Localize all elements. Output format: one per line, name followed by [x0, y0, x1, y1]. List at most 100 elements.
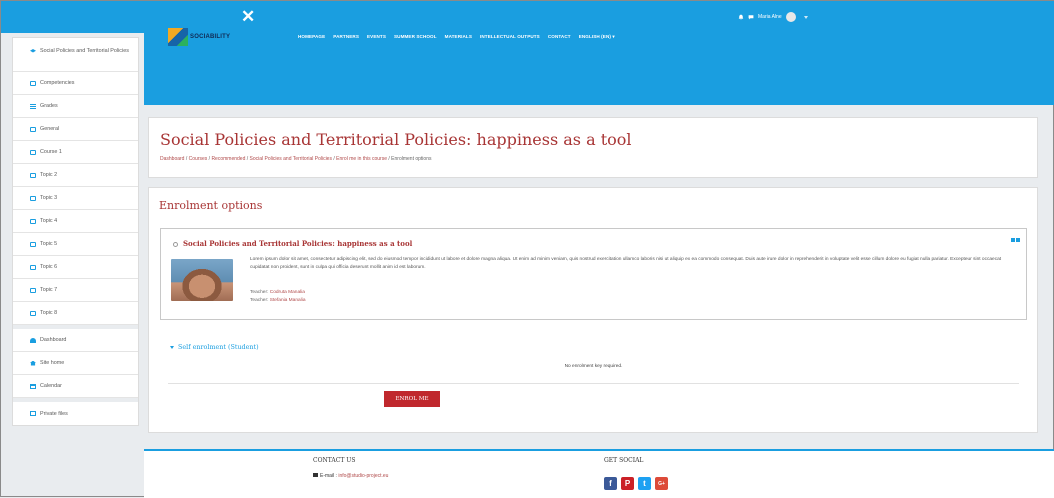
email-label: E-mail :	[320, 473, 337, 479]
site-nav-group: Dashboard Site home Calendar	[13, 329, 138, 402]
nav-summer-school[interactable]: SUMMER SCHOOL	[394, 34, 437, 40]
sidebar-item-label: Topic 5	[40, 241, 58, 247]
close-drawer-icon[interactable]: ✕	[241, 7, 255, 27]
teacher-label: Teacher:	[250, 298, 269, 303]
nav-contact[interactable]: CONTACT	[548, 34, 571, 40]
no-key-message: No enrolment key required.	[564, 364, 623, 369]
nav-events[interactable]: EVENTS	[367, 34, 386, 40]
section-title: Enrolment options	[159, 199, 263, 212]
nav-intellectual-outputs[interactable]: INTELLECTUAL OUTPUTS	[480, 34, 540, 40]
self-enrol-icon	[1011, 238, 1015, 242]
breadcrumb: Dashboard / Courses / Recommended / Soci…	[160, 156, 432, 162]
folder-icon	[30, 126, 36, 132]
course-name-text[interactable]: Social Policies and Territorial Policies…	[183, 239, 412, 248]
sidebar-item-course[interactable]: Social Policies and Territorial Policies	[13, 38, 138, 72]
sidebar-item-course-1[interactable]: Course 1	[13, 141, 138, 164]
course-icon	[173, 241, 178, 247]
sidebar-item-label: Topic 2	[40, 172, 58, 178]
sidebar-item-topic-3[interactable]: Topic 3	[13, 187, 138, 210]
page-header-card: Social Policies and Territorial Policies…	[148, 117, 1038, 178]
site-logo[interactable]: SOCIABILITY	[168, 28, 234, 46]
main-navigation: HOMEPAGE PARTNERS EVENTS SUMMER SCHOOL M…	[298, 34, 615, 40]
nav-homepage[interactable]: HOMEPAGE	[298, 34, 325, 40]
competencies-icon	[30, 80, 36, 86]
enrolment-method-icons	[1011, 238, 1020, 242]
sidebar-item-label: Competencies	[40, 80, 75, 86]
folder-icon	[30, 310, 36, 316]
breadcrumb-enrol[interactable]: Enrol me in this course	[336, 156, 387, 162]
twitter-icon[interactable]: t	[638, 477, 651, 490]
dashboard-icon	[30, 337, 36, 343]
sidebar-item-topic-6[interactable]: Topic 6	[13, 256, 138, 279]
breadcrumb-dashboard[interactable]: Dashboard	[160, 156, 184, 162]
sidebar-item-label: Course 1	[40, 149, 62, 155]
sidebar-item-site-home[interactable]: Site home	[13, 352, 138, 375]
nav-drawer: Social Policies and Territorial Policies…	[12, 37, 139, 426]
course-teachers: Teacher: Codruta Manalia Teacher: Stefan…	[250, 289, 305, 305]
sidebar-item-label: Grades	[40, 103, 58, 109]
teacher-link[interactable]: Stefania Manalia	[270, 298, 306, 303]
envelope-icon	[313, 473, 318, 477]
sidebar-item-topic-4[interactable]: Topic 4	[13, 210, 138, 233]
google-plus-icon[interactable]: G+	[655, 477, 668, 490]
nav-language-select[interactable]: ENGLISH (EN) ▾	[579, 34, 615, 40]
sidebar-item-topic-2[interactable]: Topic 2	[13, 164, 138, 187]
avatar[interactable]	[785, 12, 796, 22]
teacher-link[interactable]: Codruta Manalia	[270, 290, 305, 295]
graduation-cap-icon	[30, 49, 36, 53]
sidebar-item-label: Topic 8	[40, 310, 58, 316]
folder-icon	[30, 149, 36, 155]
sidebar-item-label: Site home	[40, 360, 65, 366]
chevron-down-icon	[170, 345, 174, 349]
user-name[interactable]: Maria Alne	[758, 14, 782, 20]
folder-icon	[30, 218, 36, 224]
home-icon	[30, 360, 36, 366]
extra-nav-group: Private files	[13, 402, 138, 425]
breadcrumb-current: Enrolment options	[391, 156, 432, 162]
folder-icon	[30, 172, 36, 178]
teacher-row: Teacher: Codruta Manalia	[250, 289, 305, 297]
site-header	[144, 33, 1054, 105]
sidebar-item-private-files[interactable]: Private files	[13, 402, 138, 425]
sidebar-item-label: Dashboard	[40, 337, 67, 343]
sidebar-item-label: Topic 7	[40, 287, 58, 293]
course-summary-box: Social Policies and Territorial Policies…	[160, 228, 1027, 320]
sidebar-item-general[interactable]: General	[13, 118, 138, 141]
self-enrolment-toggle[interactable]: Self enrolment (Student)	[170, 343, 259, 351]
sidebar-item-topic-5[interactable]: Topic 5	[13, 233, 138, 256]
facebook-icon[interactable]: f	[604, 477, 617, 490]
enrolment-card: Enrolment options Social Policies and Te…	[148, 187, 1038, 433]
social-heading: GET SOCIAL	[604, 457, 644, 464]
logo-text: SOCIABILITY	[190, 34, 231, 40]
contact-email: E-mail : info@studio-project.eu	[313, 473, 388, 479]
calendar-icon	[30, 383, 36, 389]
breadcrumb-course[interactable]: Social Policies and Territorial Policies	[250, 156, 332, 162]
nav-materials[interactable]: MATERIALS	[445, 34, 472, 40]
email-link[interactable]: info@studio-project.eu	[338, 473, 388, 479]
sidebar-item-grades[interactable]: Grades	[13, 95, 138, 118]
messages-icon[interactable]	[748, 14, 754, 20]
sidebar-item-label: Social Policies and Territorial Policies	[40, 48, 129, 54]
grades-icon	[30, 103, 36, 109]
nav-partners[interactable]: PARTNERS	[333, 34, 359, 40]
logo-mark-icon	[168, 28, 188, 46]
sidebar-item-dashboard[interactable]: Dashboard	[13, 329, 138, 352]
sidebar-item-topic-7[interactable]: Topic 7	[13, 279, 138, 302]
sidebar-item-label: Topic 3	[40, 195, 58, 201]
breadcrumb-recommended[interactable]: Recommended	[211, 156, 245, 162]
sidebar-item-competencies[interactable]: Competencies	[13, 72, 138, 95]
pinterest-icon[interactable]: P	[621, 477, 634, 490]
breadcrumb-courses[interactable]: Courses	[189, 156, 208, 162]
enrol-me-button[interactable]: ENROL ME	[384, 391, 440, 407]
course-description: Lorem ipsum dolor sit amet, consectetur …	[250, 257, 1002, 270]
course-link[interactable]: Social Policies and Territorial Policies…	[173, 239, 412, 248]
notification-bell-icon[interactable]	[738, 14, 744, 20]
self-enrolment-title[interactable]: Self enrolment (Student)	[178, 343, 259, 351]
sidebar-item-label: Calendar	[40, 383, 62, 389]
folder-icon	[30, 264, 36, 270]
chevron-down-icon[interactable]	[803, 15, 808, 19]
sidebar-item-calendar[interactable]: Calendar	[13, 375, 138, 398]
user-menu[interactable]: Maria Alne	[738, 12, 808, 22]
sidebar-item-topic-8[interactable]: Topic 8	[13, 302, 138, 325]
sidebar-item-label: Private files	[40, 410, 68, 417]
